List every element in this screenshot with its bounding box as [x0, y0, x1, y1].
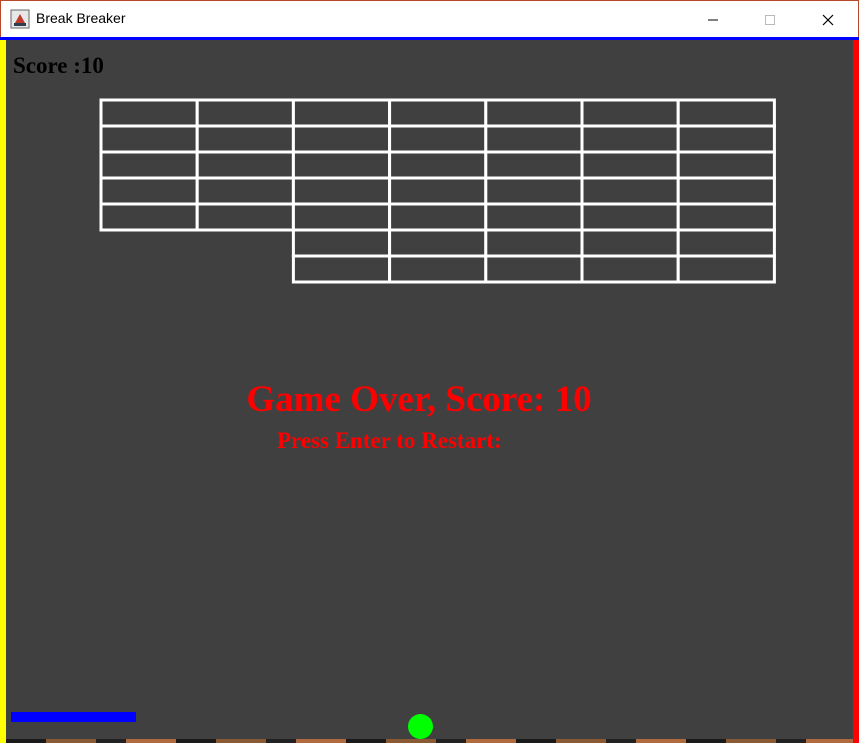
brick-r4-c2: [291, 202, 392, 232]
brick-r6-c5: [580, 254, 680, 284]
brick-r2-c3: [388, 150, 488, 180]
brick-r2-c0: [99, 150, 199, 180]
ball: [408, 714, 433, 739]
brick-r6-c4: [484, 254, 584, 284]
brick-r5-c6: [676, 228, 776, 258]
brick-r1-c5: [580, 124, 680, 154]
brick-r6-c6: [676, 254, 776, 284]
brick-r5-c5: [580, 228, 680, 258]
brick-r1-c4: [484, 124, 584, 154]
brick-r0-c6: [676, 98, 776, 128]
brick-grid: [99, 98, 776, 284]
brick-r2-c4: [484, 150, 584, 180]
brick-r6-c3: [388, 254, 488, 284]
brick-r0-c4: [484, 98, 584, 128]
game-window: Break Breaker Score :10 Game Over, Score…: [0, 0, 859, 743]
brick-r1-c2: [291, 124, 392, 154]
brick-r3-c6: [676, 176, 776, 206]
brick-r1-c1: [195, 124, 295, 154]
brick-r4-c5: [580, 202, 680, 232]
brick-r4-c6: [676, 202, 776, 232]
brick-r3-c5: [580, 176, 680, 206]
brick-r1-c3: [388, 124, 488, 154]
brick-r0-c0: [99, 98, 199, 128]
brick-r5-c3: [388, 228, 488, 258]
brick-r4-c0: [99, 202, 199, 232]
brick-r3-c1: [195, 176, 295, 206]
paddle[interactable]: [11, 712, 136, 722]
brick-r0-c1: [195, 98, 295, 128]
brick-r0-c3: [388, 98, 488, 128]
restart-prompt: Press Enter to Restart:: [277, 428, 502, 453]
brick-r3-c4: [484, 176, 584, 206]
brick-r3-c3: [388, 176, 488, 206]
brick-r4-c3: [388, 202, 488, 232]
brick-r0-c2: [291, 98, 392, 128]
brick-r4-c4: [484, 202, 584, 232]
brick-r6-c2: [291, 254, 392, 284]
brick-r1-c6: [676, 124, 776, 154]
brick-r2-c1: [195, 150, 295, 180]
brick-r5-c4: [484, 228, 584, 258]
game-over-message: Game Over, Score: 10: [246, 379, 592, 420]
brick-r2-c6: [676, 150, 776, 180]
brick-r2-c2: [291, 150, 392, 180]
brick-r5-c2: [291, 228, 392, 258]
brick-r1-c0: [99, 124, 199, 154]
brick-r3-c2: [291, 176, 392, 206]
brick-r2-c5: [580, 150, 680, 180]
brick-r0-c5: [580, 98, 680, 128]
brick-r3-c0: [99, 176, 199, 206]
bottom-edge: [6, 739, 853, 743]
brick-r4-c1: [195, 202, 295, 232]
